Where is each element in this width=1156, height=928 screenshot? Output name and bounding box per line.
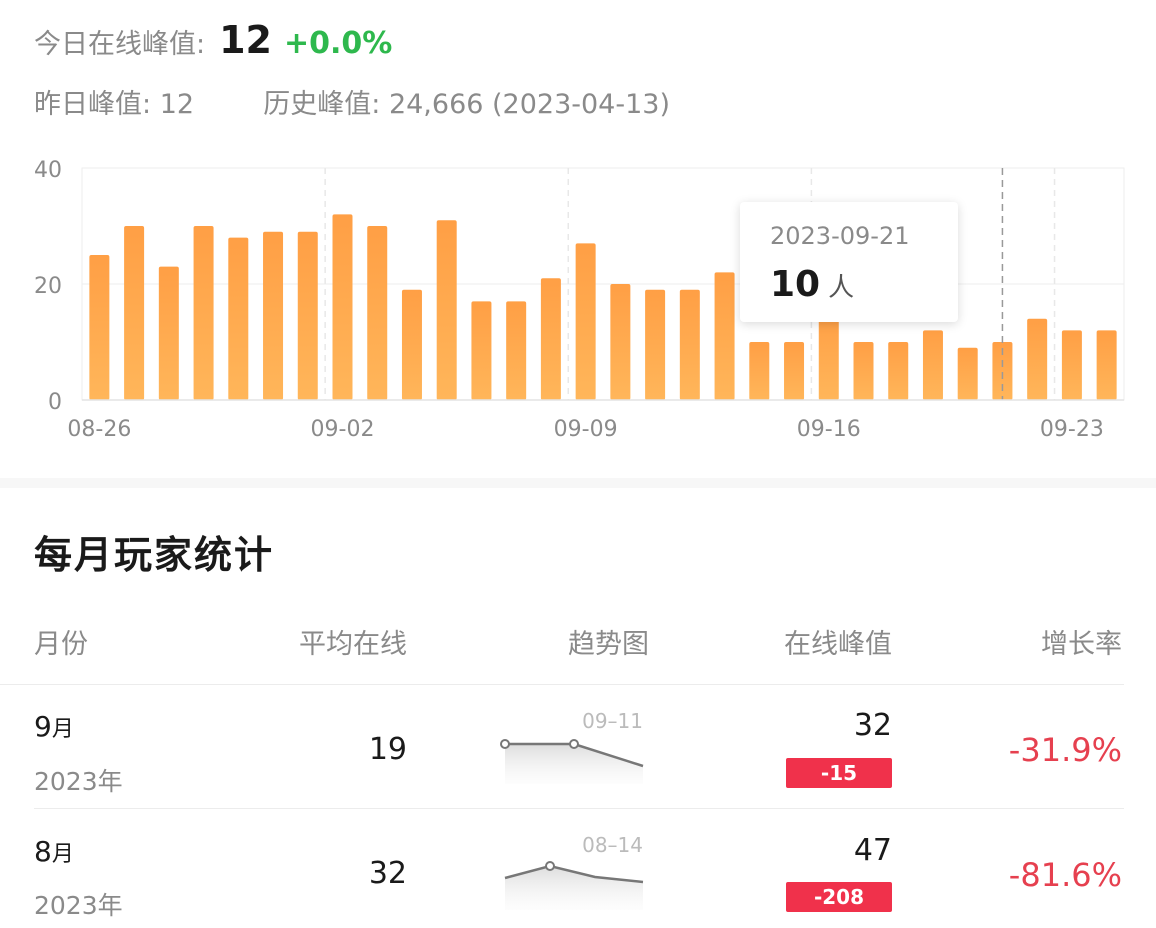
trend-sparkline: 08–14 [504, 833, 644, 910]
row-year: 2023年 [34, 891, 123, 920]
row-peak: 47 [853, 833, 892, 868]
bar [922, 330, 943, 400]
bar [714, 272, 735, 400]
row-growth-rate: -31.9% [1008, 731, 1122, 769]
bar [297, 231, 318, 400]
bar [124, 226, 145, 400]
bar [540, 278, 561, 400]
bar [401, 289, 422, 400]
chart-tooltip: 2023-09-21 10 人 [740, 202, 958, 322]
row-divider [34, 808, 1124, 809]
bar [853, 342, 874, 400]
bar [818, 313, 839, 400]
row-month: 8月 [34, 835, 74, 868]
history-peak-value: 24,666 (2023-04-13) [388, 89, 670, 120]
bar [158, 266, 179, 400]
row-peak: 32 [853, 708, 892, 743]
row-avg-online: 19 [368, 732, 407, 767]
today-peak-label: 今日在线峰值: [34, 29, 206, 60]
bar [193, 226, 214, 400]
month-unit: 月 [51, 842, 74, 867]
bar [263, 231, 284, 400]
bar [436, 220, 457, 400]
bar [749, 342, 770, 400]
peak-change-badge: -208 [786, 882, 892, 912]
bar [471, 301, 492, 400]
bar [575, 243, 596, 400]
trend-label: 08–14 [582, 833, 643, 857]
trend-sparkline: 09–11 [500, 709, 644, 784]
bar [506, 301, 527, 400]
bar [679, 289, 700, 400]
bar [1027, 318, 1048, 400]
header-growth: 增长率 [1041, 629, 1122, 660]
bar [645, 289, 666, 400]
row-growth-rate: -81.6% [1008, 856, 1122, 894]
month-number: 9 [34, 710, 52, 743]
tooltip-value: 10 [770, 264, 821, 305]
bar [888, 342, 909, 400]
peak-change-badge: -15 [786, 758, 892, 788]
peak-history-line: 昨日峰值: 12 历史峰值: 24,666 (2023-04-13) [34, 82, 670, 121]
bar [1061, 330, 1082, 400]
bar [89, 255, 110, 400]
bar [784, 342, 805, 400]
bar [367, 226, 388, 400]
monthly-stats-title: 每月玩家统计 [34, 533, 275, 577]
bar [228, 237, 249, 400]
today-peak-line: 今日在线峰值: 12 +0.0% [34, 18, 392, 64]
x-tick-label: 09-16 [797, 417, 861, 442]
tooltip-value-line: 10 人 [770, 264, 854, 305]
row-month: 9月 [34, 710, 74, 743]
x-tick-label: 08-26 [67, 417, 131, 442]
row-year: 2023年 [34, 767, 123, 796]
row-divider [0, 684, 1124, 685]
month-unit: 月 [51, 717, 74, 742]
history-peak-label: 历史峰值: [263, 89, 381, 120]
header-avg-online: 平均在线 [299, 629, 407, 660]
today-peak-change: +0.0% [284, 26, 393, 61]
month-number: 8 [34, 835, 52, 868]
row-avg-online: 32 [368, 856, 407, 891]
bar [957, 347, 978, 400]
tooltip-date: 2023-09-21 [770, 222, 910, 250]
x-tick-label: 09-23 [1040, 417, 1104, 442]
trend-label: 09–11 [582, 709, 643, 733]
yesterday-peak-label: 昨日峰值: [34, 89, 152, 120]
y-tick-label: 0 [48, 390, 62, 415]
header-trend: 趋势图 [568, 629, 649, 660]
today-peak-value: 12 [219, 18, 272, 62]
x-tick-label: 09-02 [311, 417, 375, 442]
header-peak: 在线峰值 [784, 629, 892, 660]
y-tick-label: 40 [34, 158, 62, 183]
bar [610, 284, 631, 400]
x-tick-label: 09-09 [554, 417, 618, 442]
daily-peak-bar-chart[interactable]: 0 20 40 08-26 09-02 09-09 09-16 09-23 [0, 140, 1156, 450]
header-month: 月份 [34, 629, 88, 660]
y-tick-label: 20 [34, 274, 62, 299]
bar [332, 214, 353, 400]
tooltip-unit: 人 [828, 273, 855, 303]
yesterday-peak-value: 12 [159, 89, 195, 120]
section-divider [0, 478, 1156, 488]
bar [1096, 330, 1117, 400]
